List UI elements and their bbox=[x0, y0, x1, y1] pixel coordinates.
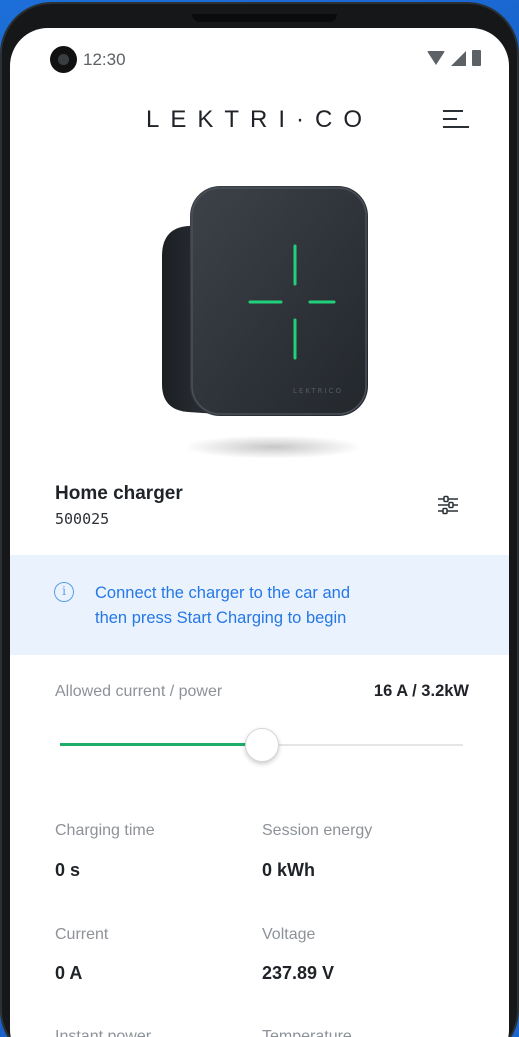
slider-thumb[interactable] bbox=[244, 728, 279, 762]
info-banner: i Connect the charger to the car and the… bbox=[10, 555, 509, 655]
svg-text:LEKTRICO: LEKTRICO bbox=[293, 387, 343, 395]
signal-icon bbox=[451, 50, 466, 66]
info-message-line-1: Connect the charger to the car and bbox=[95, 584, 350, 602]
session-energy-label: Session energy bbox=[262, 822, 373, 839]
current-slider[interactable] bbox=[60, 728, 463, 764]
voltage-value: 237.89 V bbox=[262, 963, 335, 983]
temperature-label: Temperature bbox=[262, 1028, 352, 1037]
info-message-line-2: then press Start Charging to begin bbox=[95, 609, 347, 627]
charger-illustration: LEKTRICO bbox=[158, 186, 368, 458]
menu-icon bbox=[443, 110, 463, 112]
app-screen: 12:30 LEKTRI·CO LEKTRICO Home charger 50… bbox=[10, 28, 509, 1037]
charger-shadow bbox=[188, 436, 358, 458]
status-icons bbox=[427, 50, 481, 66]
charger-name: Home charger bbox=[55, 483, 183, 504]
status-bar: 12:30 bbox=[10, 28, 509, 88]
sliders-icon bbox=[438, 495, 458, 515]
charger-settings-button[interactable] bbox=[437, 494, 459, 516]
status-time: 12:30 bbox=[83, 50, 126, 69]
wifi-icon bbox=[427, 51, 445, 65]
battery-icon bbox=[472, 50, 481, 66]
menu-button[interactable] bbox=[443, 110, 469, 128]
allowed-current-label: Allowed current / power bbox=[55, 683, 223, 700]
current-label: Current bbox=[55, 926, 109, 943]
charger-image: LEKTRICO bbox=[162, 186, 368, 416]
charger-serial: 500025 bbox=[55, 510, 110, 528]
info-icon: i bbox=[54, 582, 74, 602]
session-energy-value: 0 kWh bbox=[262, 860, 316, 880]
allowed-current-value: 16 A / 3.2kW bbox=[373, 682, 469, 700]
charging-time-value: 0 s bbox=[55, 860, 81, 880]
info-message: Connect the charger to the car and then … bbox=[95, 581, 435, 631]
current-value: 0 A bbox=[55, 963, 83, 983]
charging-time-label: Charging time bbox=[55, 822, 155, 839]
instant-power-label: Instant power bbox=[55, 1028, 152, 1037]
camera-icon bbox=[50, 46, 77, 73]
brand-logo: LEKTRI·CO bbox=[145, 106, 373, 133]
voltage-label: Voltage bbox=[262, 926, 316, 943]
phone-top-bar bbox=[192, 14, 337, 22]
slider-fill bbox=[60, 743, 262, 746]
